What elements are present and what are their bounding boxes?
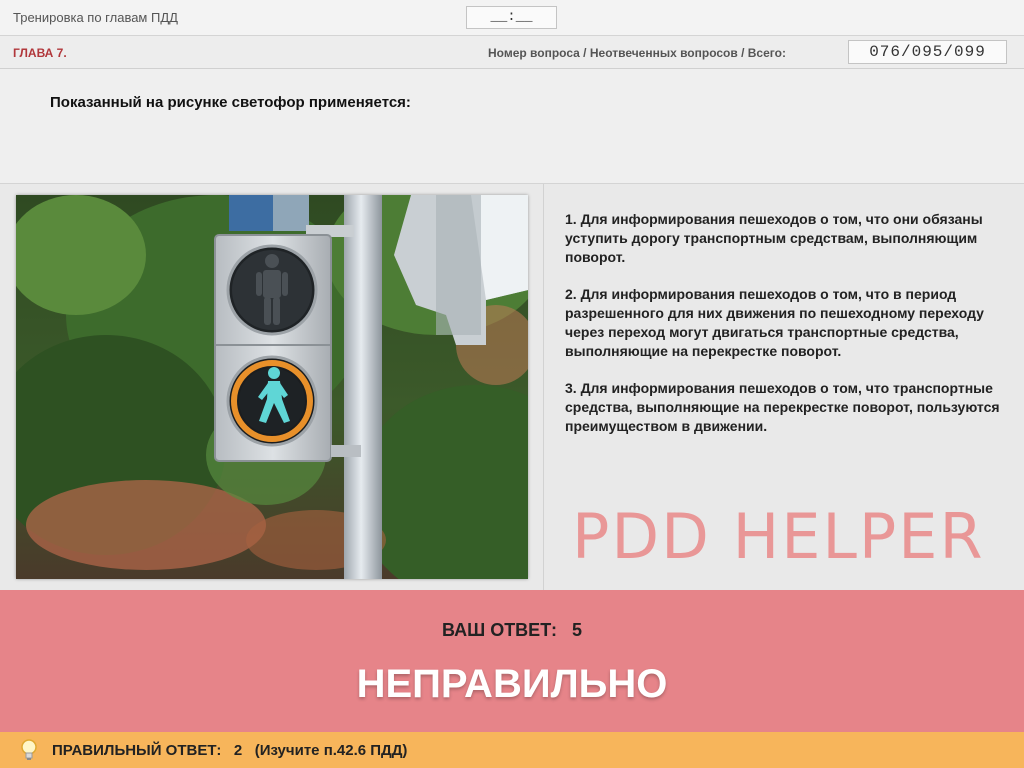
chapter-bar: ГЛАВА 7. Номер вопроса / Неотвеченных во… [0,36,1024,69]
chapter-label: ГЛАВА 7. [13,46,67,60]
answer-option-2[interactable]: 2. Для информирования пешеходов о том, ч… [565,285,1010,361]
app-title: Тренировка по главам ПДД [13,10,178,25]
verdict-text: НЕПРАВИЛЬНО [356,662,668,706]
question-panel: Показанный на рисунке светофор применяет… [0,69,1024,184]
content-area: 1. Для информирования пешеходов о том, ч… [0,184,1024,590]
your-answer-value: 5 [571,620,582,640]
top-bar: Тренировка по главам ПДД __:__ [0,0,1024,36]
lightbulb-icon [21,739,37,760]
answer-option-3[interactable]: 3. Для информирования пешеходов о том, ч… [565,379,1010,436]
answer-option-1[interactable]: 1. Для информирования пешеходов о том, ч… [565,210,1010,267]
result-panel: ВАШ ОТВЕТ: 5 НЕПРАВИЛЬНО [0,590,1024,732]
watermark-logo: PDD HELPER [572,500,985,573]
question-counter: 076/095/099 [848,40,1007,64]
answers-list: 1. Для информирования пешеходов о том, ч… [565,210,1010,454]
question-text: Показанный на рисунке светофор применяет… [50,94,411,111]
question-image [16,195,528,579]
correct-answer-label: ПРАВИЛЬНЫЙ ОТВЕТ: [52,742,222,759]
question-counter-label: Номер вопроса / Неотвеченных вопросов / … [488,46,786,60]
correct-answer-value: 2 [233,742,243,759]
your-answer: ВАШ ОТВЕТ: 5 [0,620,1024,641]
correct-answer-bar: ПРАВИЛЬНЫЙ ОТВЕТ: 2 (Изучите п.42.6 ПДД) [0,732,1024,768]
correct-answer-hint: (Изучите п.42.6 ПДД) [254,742,408,759]
timer-display: __:__ [466,6,557,29]
your-answer-label: ВАШ ОТВЕТ: [442,620,557,640]
correct-answer: ПРАВИЛЬНЫЙ ОТВЕТ: 2 (Изучите п.42.6 ПДД) [52,742,407,759]
content-divider [543,184,544,590]
